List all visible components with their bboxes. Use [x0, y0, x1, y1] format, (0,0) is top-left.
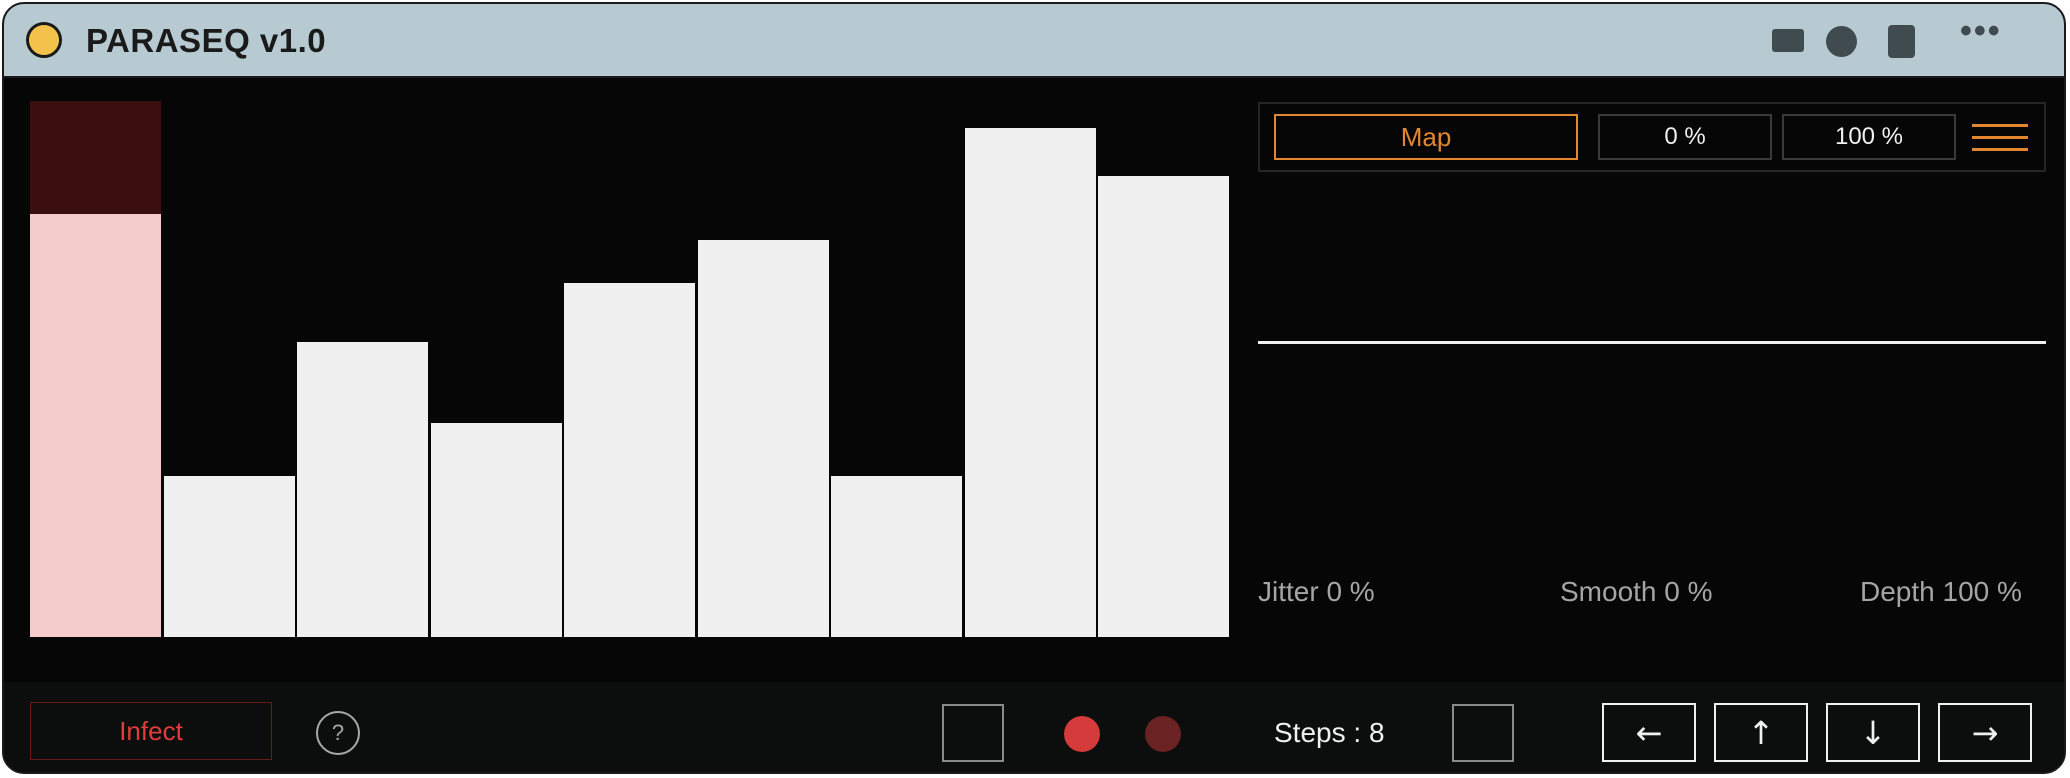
step-bar[interactable] [163, 476, 295, 637]
plugin-window: PARASEQ v1.0 ••• Map 0 % 100 % Jitter 0 … [2, 2, 2066, 774]
smooth-label[interactable]: Smooth 0 % [1560, 576, 1713, 608]
modulation-curve[interactable] [1258, 341, 2046, 344]
active-step-shade [30, 101, 161, 214]
depth-label[interactable]: Depth 100 % [1860, 576, 2022, 608]
map-button[interactable]: Map [1274, 114, 1578, 160]
status-dot-icon[interactable] [26, 22, 62, 58]
step-bar[interactable] [964, 128, 1096, 637]
circle-icon[interactable] [1826, 26, 1857, 57]
infect-button[interactable]: Infect [30, 702, 272, 760]
record-dot-icon[interactable] [1064, 716, 1100, 752]
step-bar[interactable] [564, 283, 695, 637]
jitter-label[interactable]: Jitter 0 % [1258, 576, 1375, 608]
min-value-field[interactable]: 0 % [1598, 114, 1772, 160]
help-icon[interactable]: ? [316, 711, 360, 755]
step-bar[interactable] [1098, 176, 1229, 637]
steps-count[interactable]: Steps : 8 [1274, 717, 1385, 749]
step-bar[interactable] [831, 476, 962, 637]
app-title: PARASEQ v1.0 [86, 22, 327, 59]
step-bar[interactable] [297, 342, 428, 637]
arrow-left-button[interactable]: ← [1602, 703, 1696, 762]
title-bar: PARASEQ v1.0 ••• [4, 4, 2064, 78]
square-icon[interactable] [1888, 25, 1915, 58]
panel-icon[interactable] [1772, 29, 1804, 52]
max-value-field[interactable]: 100 % [1782, 114, 1956, 160]
arrow-down-button[interactable]: ↓ [1826, 703, 1920, 762]
arrow-right-button[interactable]: → [1938, 703, 2032, 762]
step-bar[interactable] [30, 214, 161, 637]
toggle-box-right[interactable] [1452, 704, 1514, 762]
step-bar[interactable] [697, 240, 829, 637]
step-bar[interactable] [430, 423, 562, 637]
arrow-up-button[interactable]: ↑ [1714, 703, 1808, 762]
record-dim-dot-icon[interactable] [1145, 716, 1181, 752]
toggle-box-left[interactable] [942, 704, 1004, 762]
menu-icon[interactable] [1972, 124, 2028, 152]
more-icon[interactable]: ••• [1960, 12, 2002, 51]
